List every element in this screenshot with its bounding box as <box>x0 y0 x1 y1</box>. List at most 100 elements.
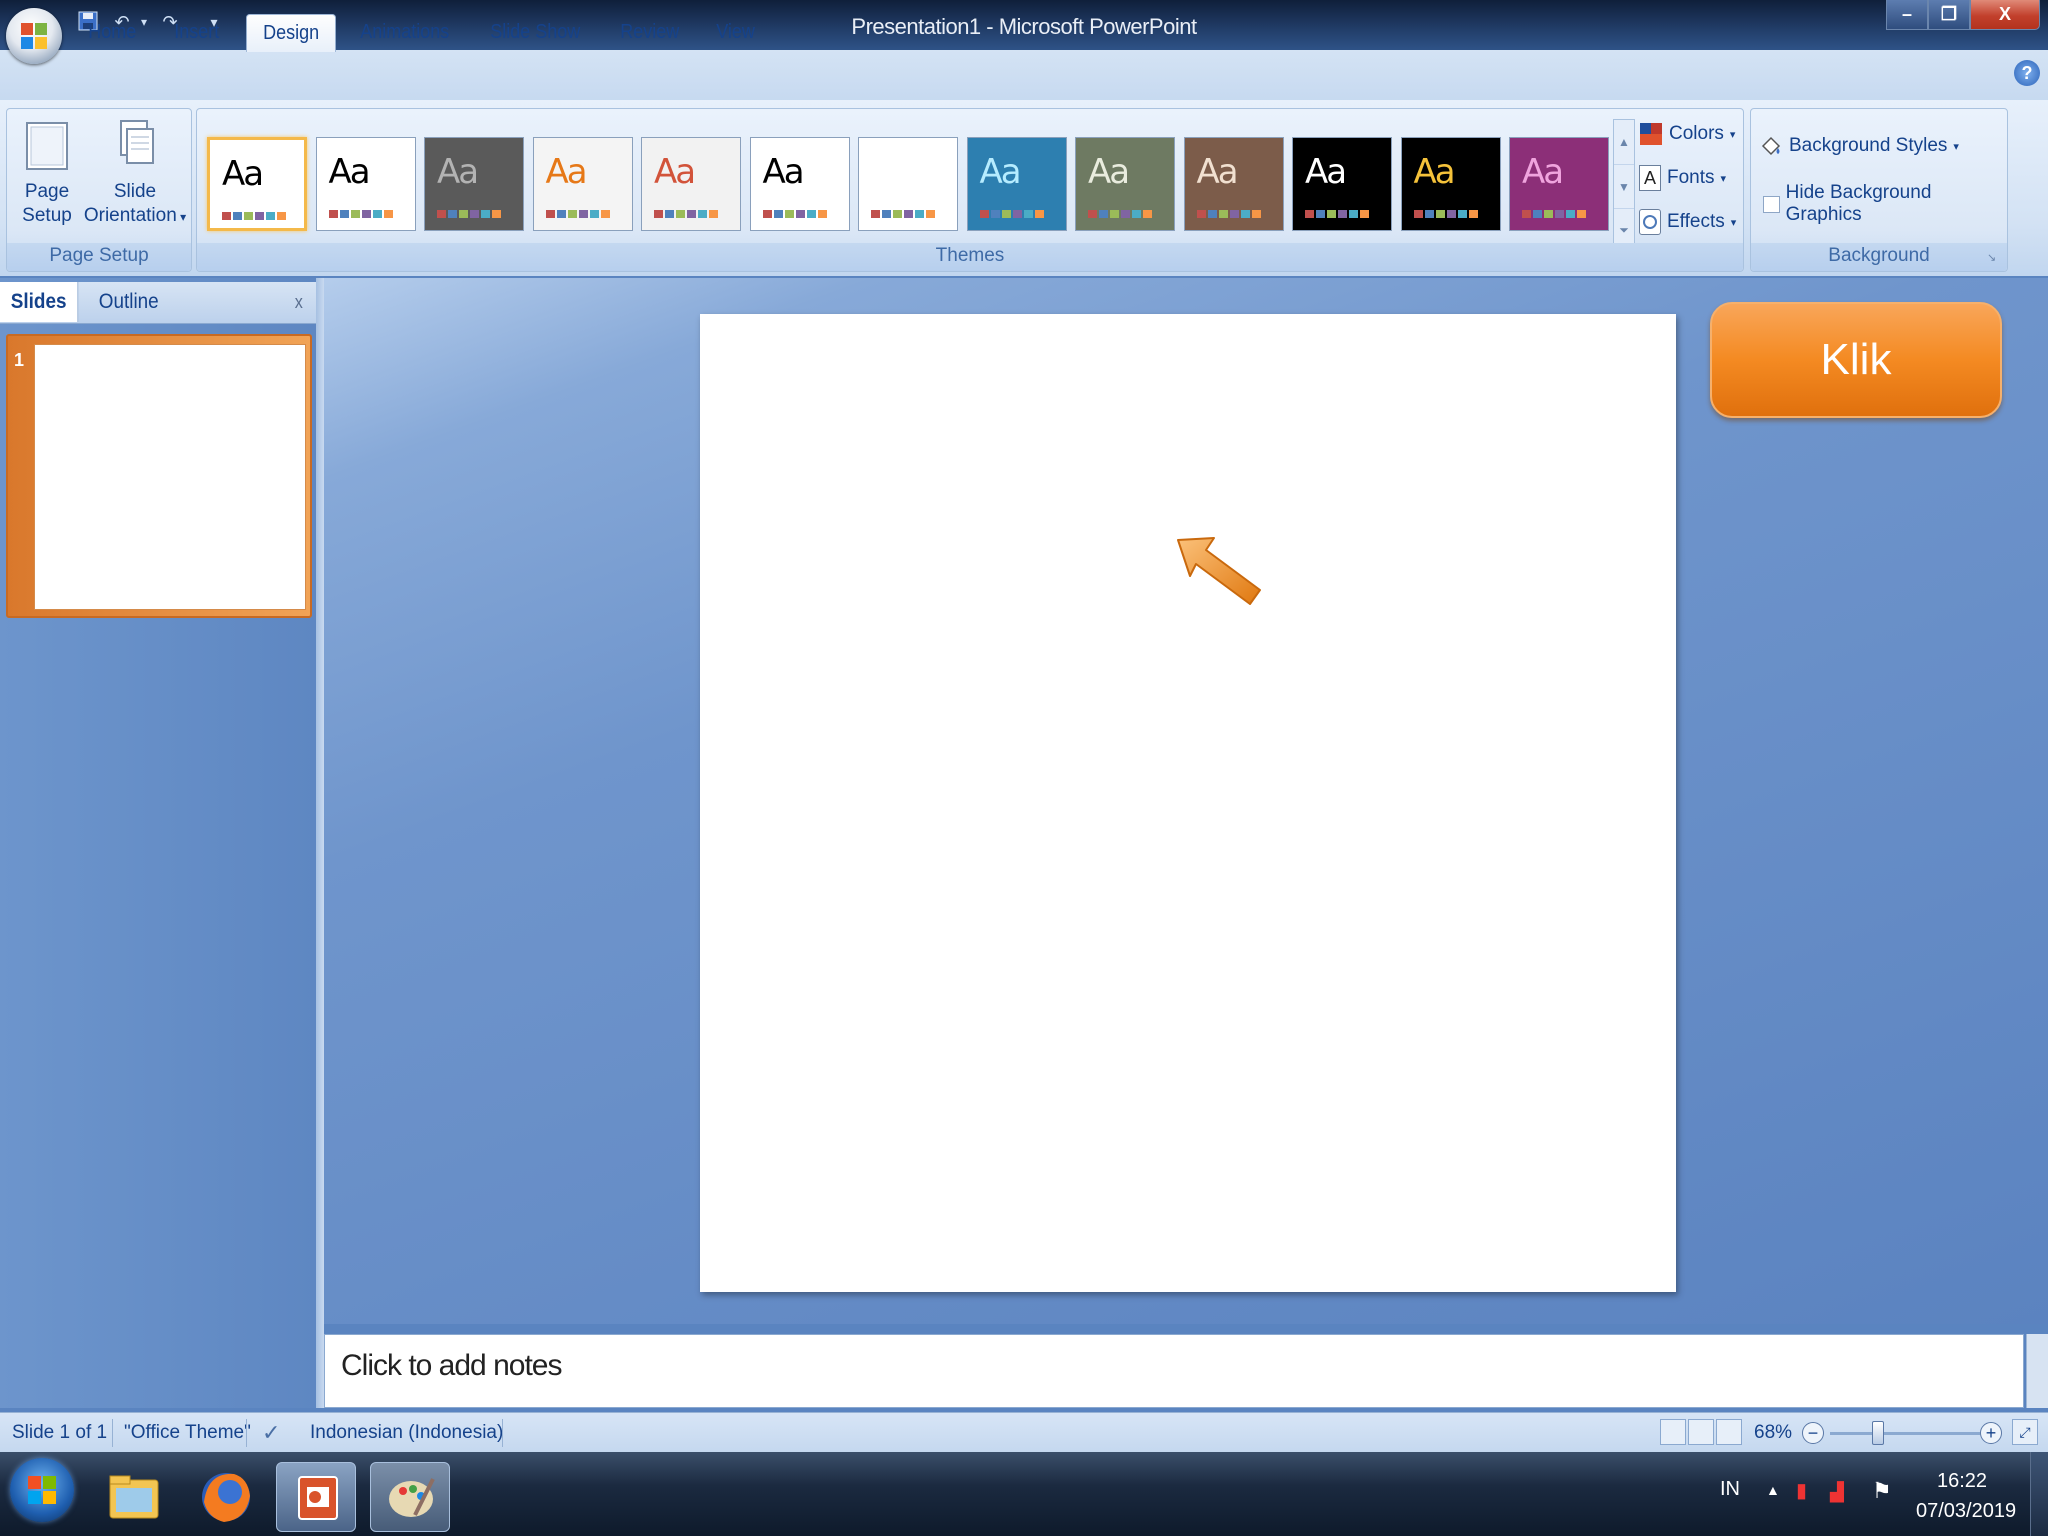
language[interactable]: Indonesian (Indonesia) <box>310 1413 503 1453</box>
effects-label: Effects <box>1667 211 1725 232</box>
theme-sample-text: Aa <box>979 152 1022 192</box>
ribbon-tab-row <box>0 50 2048 102</box>
klik-callout-button[interactable]: Klik <box>1710 302 2002 418</box>
checkbox-icon[interactable] <box>1763 195 1780 213</box>
slide-thumbnail-selected[interactable]: 1 <box>6 334 312 618</box>
theme-sample-text: Aa <box>762 152 805 192</box>
slide-thumbnail[interactable] <box>34 344 306 610</box>
theme-thumbnail[interactable]: Aa <box>966 137 1067 231</box>
powerpoint-taskbar-icon[interactable] <box>276 1462 356 1532</box>
colors-icon <box>1640 123 1662 145</box>
status-divider <box>246 1419 247 1447</box>
theme-thumbnail[interactable]: Aa <box>424 137 524 231</box>
paint-taskbar-icon[interactable] <box>370 1462 450 1532</box>
tab-slide-show[interactable]: Slide Show <box>474 14 596 52</box>
hide-background-graphics-checkbox[interactable]: Hide Background Graphics <box>1763 182 2007 225</box>
theme-sample-text: Aa <box>1196 152 1239 192</box>
status-divider <box>502 1419 503 1447</box>
tab-outline[interactable]: Outline <box>88 282 169 322</box>
dropdown-arrow-icon: ▾ <box>1730 216 1737 229</box>
show-desktop-button[interactable] <box>2030 1452 2048 1536</box>
theme-sample-text: Aa <box>654 152 696 192</box>
theme-thumbnail[interactable]: Aa <box>858 137 958 231</box>
fonts-button[interactable]: A Fonts ▾ <box>1639 161 1726 195</box>
notes-pane[interactable]: Click to add notes <box>324 1334 2024 1408</box>
page-setup-button[interactable]: Page Setup <box>13 117 81 228</box>
help-icon[interactable]: ? <box>2014 60 2040 86</box>
effects-button[interactable]: Effects ▾ <box>1639 205 1736 239</box>
background-group: Background Styles ▾ Hide Background Graph… <box>1750 108 2008 272</box>
theme-thumbnail[interactable]: Aa <box>1075 137 1175 231</box>
slide-sorter-view-icon[interactable] <box>1688 1419 1714 1445</box>
theme-thumbnail[interactable]: Aa <box>641 137 741 231</box>
office-logo-icon <box>21 23 47 49</box>
zoom-level[interactable]: 68% <box>1754 1413 1792 1453</box>
tab-review[interactable]: Review <box>604 14 695 52</box>
tab-slides[interactable]: Slides <box>0 282 79 322</box>
tab-home[interactable]: Home <box>72 14 152 52</box>
slide-canvas[interactable] <box>700 314 1676 1292</box>
theme-thumbnail[interactable]: Aa <box>1292 137 1392 231</box>
theme-color-swatches <box>654 210 718 218</box>
normal-view-icon[interactable] <box>1660 1419 1686 1445</box>
zoom-slider-thumb[interactable] <box>1872 1421 1884 1445</box>
close-button[interactable]: X <box>1970 0 2040 30</box>
pane-tabs: Slides Outline x <box>0 282 318 324</box>
slide-show-view-icon[interactable] <box>1716 1419 1742 1445</box>
notes-placeholder[interactable]: Click to add notes <box>341 1349 562 1383</box>
action-center-flag-icon[interactable]: ⚑ <box>1872 1478 1892 1504</box>
theme-sample-text: Aa <box>871 152 913 192</box>
tab-view[interactable]: View <box>700 14 771 52</box>
pane-splitter[interactable] <box>316 278 324 1408</box>
network-icon[interactable]: ▟ <box>1830 1482 1844 1503</box>
colors-button[interactable]: Colors ▾ <box>1639 117 1735 151</box>
theme-sample-text: Aa <box>1522 152 1564 192</box>
start-button[interactable] <box>10 1458 74 1522</box>
scroll-down-icon[interactable]: ▼ <box>1614 164 1634 208</box>
theme-sample-text: Aa <box>328 152 371 192</box>
tab-insert[interactable]: Insert <box>158 14 235 52</box>
theme-thumbnail[interactable]: Aa <box>1183 137 1284 231</box>
zoom-slider-track[interactable] <box>1830 1432 1980 1435</box>
language-indicator[interactable]: IN <box>1720 1478 1740 1501</box>
dialog-launcher-icon[interactable]: ↘ <box>1987 251 2001 265</box>
theme-thumbnail[interactable]: Aa <box>532 137 633 231</box>
page-setup-label-2: Setup <box>22 205 72 226</box>
notes-scrollbar[interactable] <box>2026 1334 2048 1408</box>
clock-date: 07/03/2019 <box>1916 1500 2017 1522</box>
theme-color-swatches <box>1522 210 1586 218</box>
clock[interactable]: 16:22 07/03/2019 <box>1916 1466 2017 1526</box>
theme-color-swatches <box>1305 210 1369 218</box>
theme-color-swatches <box>437 210 501 218</box>
minimize-button[interactable]: – <box>1886 0 1928 30</box>
fit-to-window-icon[interactable]: ⤢ <box>2012 1419 2038 1445</box>
slide-orientation-label-2: Orientation <box>83 205 177 226</box>
slide-orientation-button[interactable]: Slide Orientation ▾ <box>79 117 191 229</box>
theme-thumbnail[interactable]: Aa <box>1509 137 1609 231</box>
restore-button[interactable]: ❐ <box>1928 0 1970 30</box>
scroll-up-icon[interactable]: ▲ <box>1614 120 1634 164</box>
spell-check-icon[interactable]: ✓ <box>262 1413 280 1453</box>
background-styles-button[interactable]: Background Styles ▾ <box>1759 129 1959 163</box>
office-button[interactable] <box>6 8 62 64</box>
file-explorer-icon[interactable] <box>94 1462 174 1532</box>
status-divider <box>112 1419 113 1447</box>
slide-orientation-label-1: Slide <box>113 181 157 202</box>
theme-thumbnail[interactable]: Aa <box>1400 137 1501 231</box>
theme-sample-text: Aa <box>437 152 479 192</box>
theme-color-swatches <box>979 210 1044 218</box>
theme-thumbnail[interactable]: Aa <box>315 137 416 231</box>
tab-animations[interactable]: Animations <box>344 14 465 52</box>
theme-thumbnail[interactable]: Aa <box>207 137 307 231</box>
show-hidden-icons-icon[interactable]: ▲ <box>1766 1482 1780 1498</box>
firefox-icon[interactable] <box>186 1462 266 1532</box>
theme-name: "Office Theme" <box>124 1422 251 1443</box>
page-setup-group: Page Setup Slide Orientation ▾ Page Setu… <box>6 108 192 272</box>
tab-design[interactable]: Design <box>246 14 337 52</box>
zoom-in-icon[interactable]: + <box>1980 1422 2002 1444</box>
zoom-out-icon[interactable]: − <box>1802 1422 1824 1444</box>
power-icon[interactable]: ▮ <box>1796 1478 1820 1506</box>
themes-gallery-scroll[interactable]: ▲ ▼ ⏷ <box>1613 119 1635 251</box>
theme-thumbnail[interactable]: Aa <box>749 137 850 231</box>
close-pane-icon[interactable]: x <box>284 282 314 322</box>
